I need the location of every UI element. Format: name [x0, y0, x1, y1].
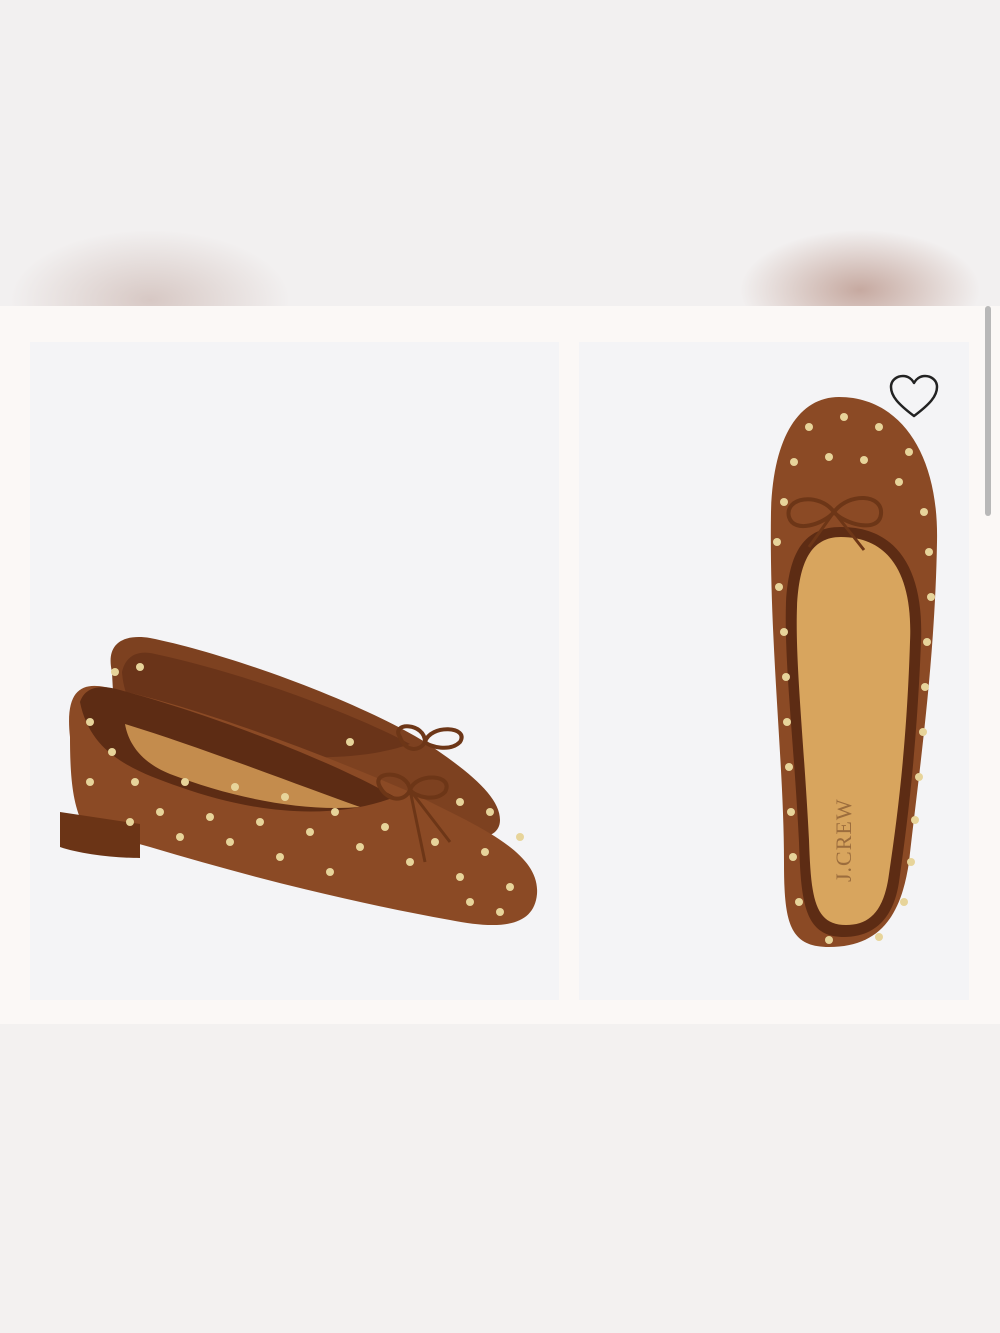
- insole-brand-text: J.CREW: [831, 798, 856, 882]
- scrollbar[interactable]: [985, 306, 991, 516]
- product-image-side-view[interactable]: [30, 342, 559, 1000]
- blurred-background-top: [0, 0, 1000, 306]
- product-image-gallery: J.CREW: [0, 306, 1000, 1024]
- flats-pair-illustration: [60, 637, 538, 926]
- product-image-top-view[interactable]: J.CREW: [579, 342, 969, 1000]
- flat-top-view-illustration: J.CREW: [770, 397, 938, 947]
- heart-outline-icon[interactable]: [888, 374, 940, 420]
- blurred-background-bottom: [0, 1024, 1000, 1333]
